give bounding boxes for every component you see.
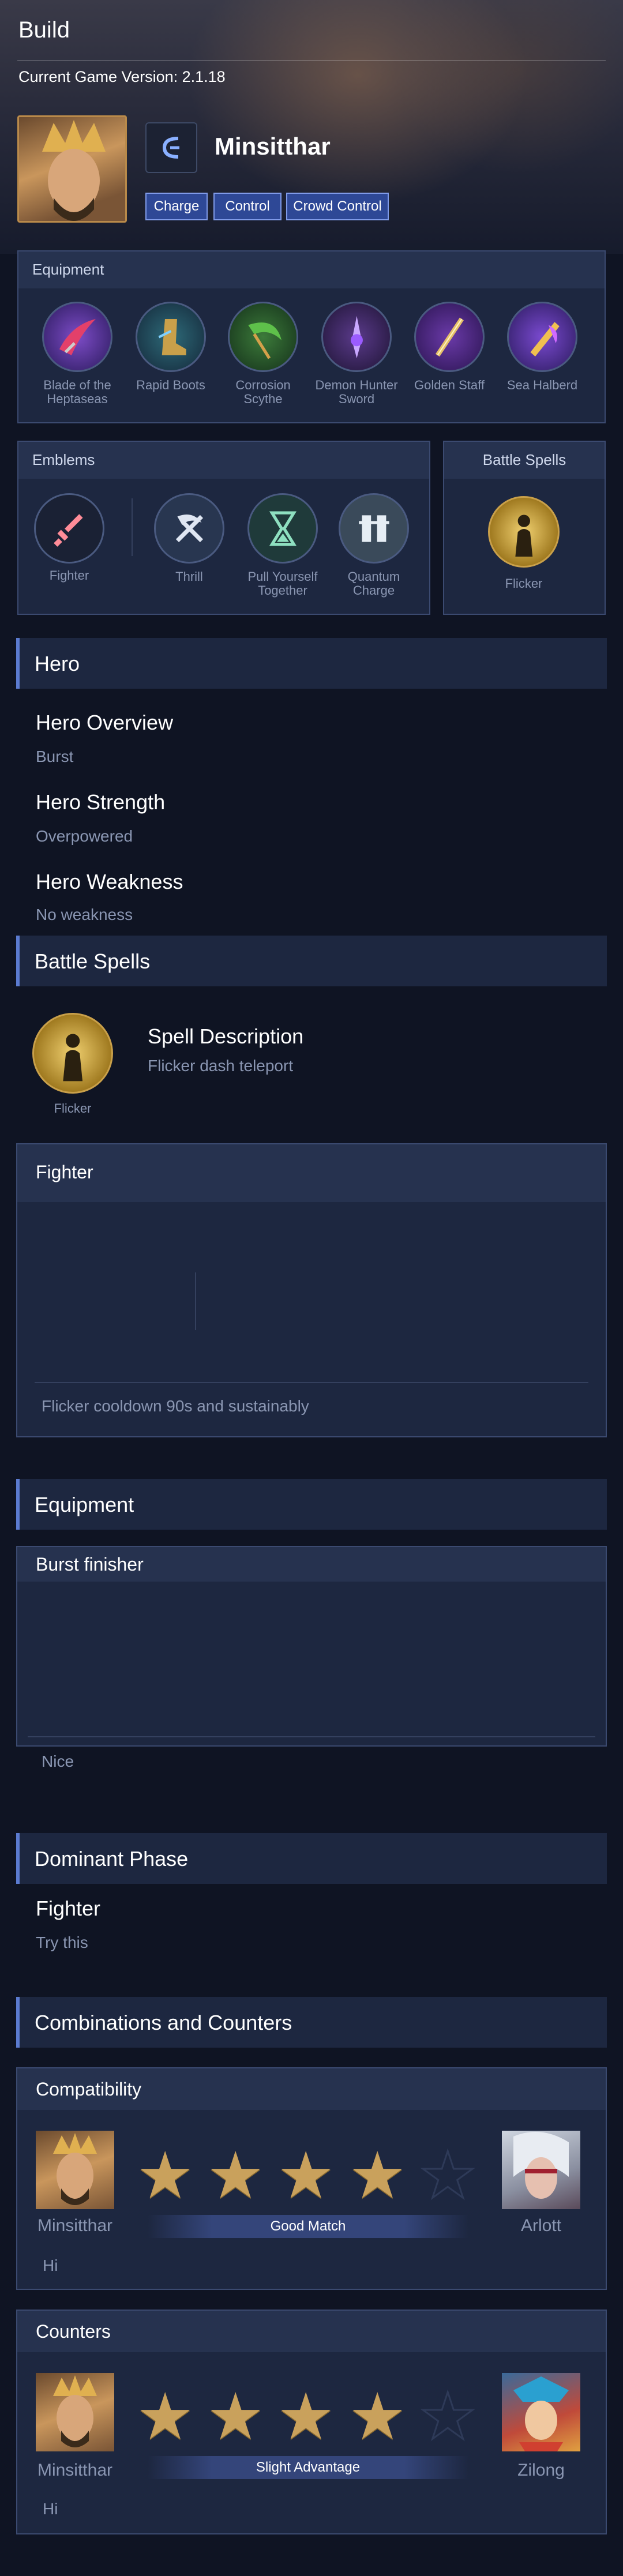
counters-star-5-empty: ★ [418,2380,477,2453]
demon-hunter-sword-label: Demon Hunter Sword [315,378,398,406]
spell-description-title: Spell Description [148,1024,304,1048]
dominant-phase-section-header: Dominant Phase [16,1833,607,1884]
fighter-note: Flicker cooldown 90s and sustainably [42,1397,309,1415]
scythe-icon[interactable] [228,302,298,372]
hero-portrait [17,115,127,223]
header-divider [17,60,606,61]
counters-note: Hi [43,2500,58,2518]
compatibility-star-1-filled: ★ [136,2139,194,2211]
pull-yourself-together-label: Pull Yourself Together [247,569,318,598]
hero-weakness-title: Hero Weakness [36,870,183,893]
thrill-icon[interactable] [154,493,224,564]
fighter-note-divider [35,1382,588,1383]
counters-star-3-filled: ★ [277,2380,335,2453]
demon-icon[interactable] [321,302,392,372]
compatibility-left-hero-avatar[interactable] [36,2131,114,2209]
counters-right-hero-name: Zilong [517,2461,565,2480]
fighter-panel-header [17,1144,606,1202]
hero-overview-value: Burst [36,748,74,765]
burst-finisher-panel: Burst finisher [16,1546,607,1747]
tag-crowd-control: Crowd Control [286,193,389,220]
equipment-section-header: Equipment [16,1479,607,1530]
page-title: Build [18,17,70,43]
blade-of-the-heptaseas-label: Blade of the Heptaseas [43,378,111,406]
hero-overview-title: Hero Overview [36,711,174,734]
flicker-icon[interactable] [32,1013,113,1094]
tag-control: Control [213,193,282,220]
fighter-divider [195,1272,196,1330]
flicker-icon[interactable] [488,496,560,568]
flicker-label: Flicker [505,576,543,591]
battle-spells-section-header: Battle Spells [16,936,607,986]
golden-staff-label: Golden Staff [414,378,485,392]
compatibility-left-hero-name: Minsitthar [37,2216,113,2235]
dominant-phase-title: Dominant Phase [35,1847,189,1871]
compatibility-star-2-filled: ★ [207,2139,265,2211]
sea-halberd-label: Sea Halberd [506,378,578,392]
fighter-panel-title: Fighter [36,1162,93,1182]
boots-icon[interactable] [136,302,206,372]
equipment-panel-title: Equipment [32,261,104,278]
equipment-note: Nice [42,1752,74,1770]
fighter-emblem-panel: Fighter Flicker cooldown 90s and sustain… [16,1143,607,1437]
blade-icon[interactable] [42,302,112,372]
counters-star-1-filled: ★ [136,2380,194,2453]
counters-left-hero-avatar[interactable] [36,2373,114,2451]
game-version: Current Game Version: 2.1.18 [18,68,226,85]
quantum-icon[interactable] [339,493,409,564]
combinations-section-header: Combinations and Counters [16,1997,607,2048]
emblem-divider [132,498,133,556]
counters-title: Counters [36,2321,111,2342]
compatibility-match-label: Good Match [148,2215,468,2238]
equipment-section-title: Equipment [35,1493,134,1516]
hero-weakness-value: No weakness [36,906,133,923]
hero-section-title: Hero [35,652,80,675]
burst-finisher-title: Burst finisher [36,1554,144,1575]
fighter-label: Fighter [49,568,89,583]
spell-description-text: Flicker dash teleport [148,1057,294,1075]
hero-name: Minsitthar [215,133,331,160]
quantum-charge-label: Quantum Charge [347,569,400,598]
counters-match-label: Slight Advantage [148,2456,468,2479]
combinations-section-title: Combinations and Counters [35,2011,292,2034]
compatibility-star-3-filled: ★ [277,2139,335,2211]
compatibility-star-5-empty: ★ [418,2139,477,2211]
hero-strength-title: Hero Strength [36,790,166,814]
counters-star-2-filled: ★ [207,2380,265,2453]
hero-strength-value: Overpowered [36,827,133,845]
hero-section-header: Hero [16,638,607,689]
tag-charge: Charge [145,193,208,220]
halberd-icon[interactable] [507,302,577,372]
burst-finisher-divider [28,1736,595,1737]
dominant-phase-note: Try this [36,1933,88,1951]
fighter-role-icon [145,122,197,173]
dominant-phase-value: Fighter [36,1897,101,1920]
flicker-label-section: Flicker [54,1101,92,1116]
counters-star-4-filled: ★ [348,2380,407,2453]
thrill-label: Thrill [175,569,203,584]
emblems-panel-title: Emblems [32,451,95,468]
fighter-icon[interactable] [34,493,104,564]
rapid-boots-label: Rapid Boots [136,378,205,392]
compatibility-note: Hi [43,2256,58,2274]
counters-left-hero-name: Minsitthar [37,2461,113,2480]
staff-icon[interactable] [414,302,485,372]
counters-right-hero-avatar[interactable] [502,2373,580,2451]
equipment-panel-header [18,251,605,288]
compatibility-star-4-filled: ★ [348,2139,407,2211]
compatibility-title: Compatibility [36,2079,142,2100]
pull-icon[interactable] [247,493,318,564]
battle-spells-section-title: Battle Spells [35,949,151,973]
corrosion-scythe-label: Corrosion Scythe [235,378,291,406]
compatibility-right-hero-name: Arlott [520,2216,562,2235]
compatibility-right-hero-avatar[interactable] [502,2131,580,2209]
battle-spells-panel-title: Battle Spells [482,451,566,468]
